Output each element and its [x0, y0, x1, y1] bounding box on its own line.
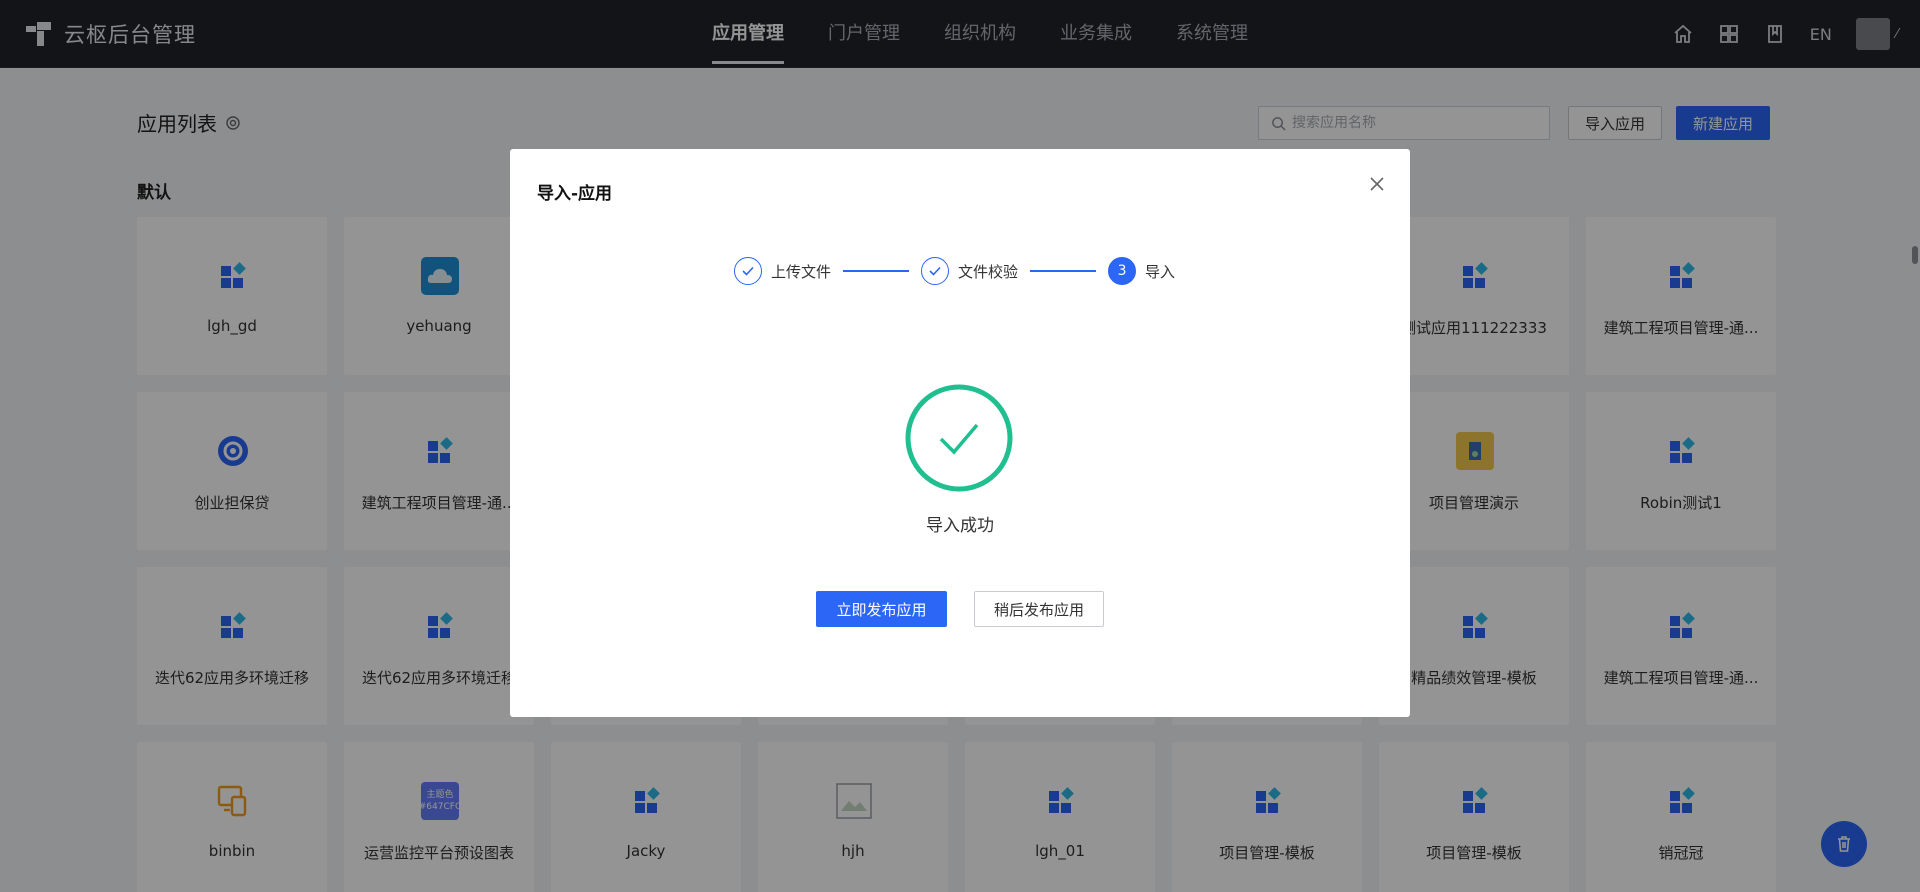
publish-now-button[interactable]: 立即发布应用	[816, 591, 947, 627]
step-label: 导入	[1145, 262, 1176, 281]
success-check-icon	[904, 383, 1014, 493]
step-upload-file: 上传文件	[734, 257, 831, 285]
close-icon[interactable]	[1366, 173, 1388, 195]
step-number: 3	[1108, 257, 1137, 285]
import-app-dialog: 导入-应用 上传文件 文件校验 3 导入 导入成功 立即发布应用 稍后发布应用	[510, 149, 1410, 717]
import-steps: 上传文件 文件校验 3 导入	[734, 256, 1175, 286]
publish-later-button[interactable]: 稍后发布应用	[974, 591, 1104, 627]
check-icon	[734, 257, 762, 285]
step-connector	[1030, 270, 1097, 272]
check-icon	[921, 257, 950, 285]
step-label: 上传文件	[771, 262, 832, 281]
success-message: 导入成功	[926, 516, 994, 536]
dialog-title: 导入-应用	[537, 184, 613, 204]
step-file-verify: 文件校验	[921, 257, 1018, 285]
step-import: 3 导入	[1108, 257, 1175, 285]
step-label: 文件校验	[958, 262, 1019, 281]
step-connector	[843, 270, 910, 272]
